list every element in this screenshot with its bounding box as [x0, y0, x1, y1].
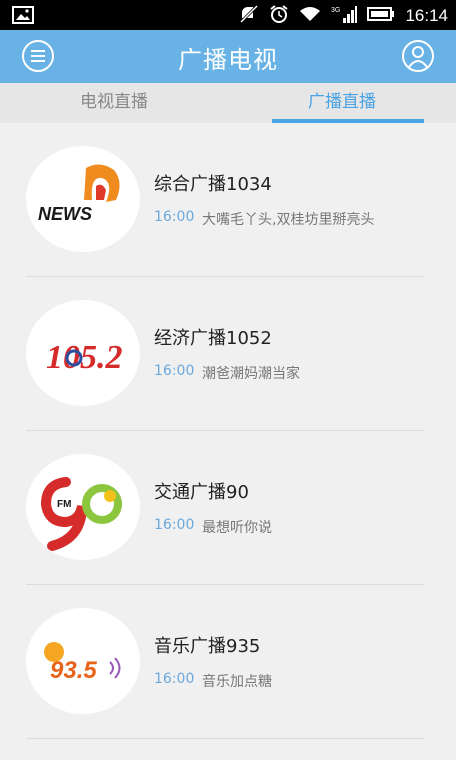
program-time: 16:00 — [154, 209, 195, 225]
signal-icon: 3G — [331, 4, 358, 28]
list-item[interactable]: 93.5 音乐广播935 16:00 音乐加点糖 — [0, 585, 456, 739]
status-time: 16:14 — [405, 6, 448, 25]
app-bar: 广播电视 — [0, 30, 456, 83]
network-type: 3G — [331, 7, 340, 14]
program-time: 16:00 — [154, 671, 195, 687]
list-item[interactable]: 105.2 经济广播1052 16:00 潮爸潮妈潮当家 — [0, 277, 456, 431]
935-logo: 93.5 — [26, 608, 140, 714]
wifi-icon — [299, 5, 321, 27]
mute-icon — [239, 4, 259, 28]
status-bar: 3G 16:14 — [0, 0, 456, 30]
station-name: 交通广播90 — [154, 482, 249, 503]
battery-icon — [367, 6, 395, 26]
tab-bar: 电视直播 广播直播 — [0, 83, 456, 123]
tab-radio-live[interactable]: 广播直播 — [228, 83, 456, 123]
station-name: 综合广播1034 — [154, 174, 272, 195]
news-logo: NEWS — [26, 146, 140, 252]
logo-text: 93.5 — [50, 657, 97, 684]
105-2-logo: 105.2 — [26, 300, 140, 406]
page-title: 广播电视 — [178, 46, 278, 74]
program-name: 大嘴毛丫头,双桂坊里掰亮头 — [202, 212, 375, 228]
station-list: NEWS 综合广播1034 16:00 大嘴毛丫头,双桂坊里掰亮头 105.2 … — [0, 123, 456, 739]
program-time: 16:00 — [154, 363, 195, 379]
program-name: 最想听你说 — [202, 520, 272, 536]
divider — [26, 738, 424, 739]
logo-text: 105.2 — [46, 339, 123, 376]
logo-text: NEWS — [38, 204, 92, 224]
program-name: 潮爸潮妈潮当家 — [202, 366, 300, 382]
list-item[interactable]: FM 交通广播90 16:00 最想听你说 — [0, 431, 456, 585]
90fm-logo: FM — [26, 454, 140, 560]
alarm-icon — [269, 4, 289, 28]
list-item[interactable]: NEWS 综合广播1034 16:00 大嘴毛丫头,双桂坊里掰亮头 — [0, 123, 456, 277]
program-name: 音乐加点糖 — [202, 674, 272, 690]
station-name: 经济广播1052 — [154, 328, 272, 349]
user-icon[interactable] — [401, 39, 435, 73]
station-name: 音乐广播935 — [154, 636, 261, 657]
tab-tv-live[interactable]: 电视直播 — [0, 83, 228, 123]
picture-icon — [12, 6, 34, 28]
program-time: 16:00 — [154, 517, 195, 533]
logo-text: FM — [57, 499, 71, 510]
